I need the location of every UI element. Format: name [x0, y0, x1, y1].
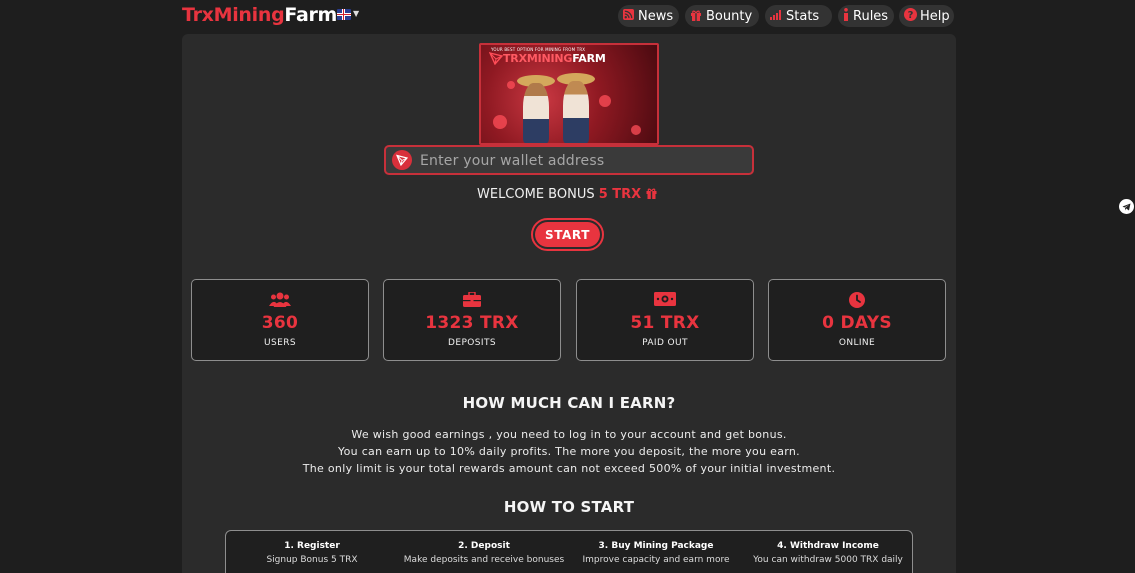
- step-register: 1. Register Signup Bonus 5 TRX: [226, 541, 398, 565]
- step-description: Make deposits and receive bonuses: [403, 555, 565, 565]
- nav-bounty-button[interactable]: Bounty: [685, 5, 759, 27]
- nav-news-button[interactable]: News: [618, 5, 679, 27]
- step-title: 3. Buy Mining Package: [598, 541, 714, 551]
- nav-stats-label: Stats: [786, 8, 820, 24]
- earn-text-line-3: The only limit is your total rewards amo…: [302, 462, 836, 475]
- clock-icon: [769, 292, 945, 308]
- bonus-amount: 5 TRX: [598, 187, 642, 202]
- step-title: 2. Deposit: [458, 541, 510, 551]
- nav-rules-label: Rules: [853, 8, 889, 24]
- tron-icon: [392, 150, 412, 170]
- hero-banner-image: YOUR BEST OPTION FOR MINING FROM TRX TRX…: [479, 43, 659, 145]
- welcome-bonus-text: WELCOME BONUS 5 TRX: [477, 187, 658, 202]
- wallet-address-input[interactable]: [420, 151, 740, 171]
- step-deposit: 2. Deposit Make deposits and receive bon…: [398, 541, 570, 565]
- nav-bounty-label: Bounty: [706, 8, 753, 24]
- banner-title: TRXMININGFARM: [503, 52, 606, 65]
- steps-panel: 1. Register Signup Bonus 5 TRX 2. Deposi…: [225, 530, 913, 573]
- step-buy-mining-package: 3. Buy Mining Package Improve capacity a…: [570, 541, 742, 565]
- question-circle-icon: ?: [904, 8, 917, 24]
- start-button[interactable]: START: [531, 218, 604, 251]
- nav-rules-button[interactable]: Rules: [838, 5, 894, 27]
- stat-card-users: 360 USERS: [191, 279, 369, 361]
- site-logo[interactable]: TrxMiningFarm: [182, 4, 337, 26]
- stat-card-deposits: 1323 TRX DEPOSITS: [383, 279, 561, 361]
- stat-value-online: 0 DAYS: [822, 313, 892, 333]
- stat-card-paid-out: 51 TRX PAID OUT: [576, 279, 754, 361]
- stat-label-online: ONLINE: [838, 338, 876, 348]
- start-button-label: START: [535, 222, 600, 247]
- rss-icon: [623, 9, 634, 23]
- how-to-start-heading: HOW TO START: [503, 498, 635, 516]
- top-navbar: TrxMiningFarm ▼ News Bounty Stats Rules …: [0, 0, 1135, 32]
- step-withdraw-income: 4. Withdraw Income You can withdraw 5000…: [742, 541, 914, 565]
- telegram-icon[interactable]: [1119, 199, 1134, 214]
- earn-text-line-1: We wish good earnings , you need to log …: [351, 428, 787, 441]
- step-description: Signup Bonus 5 TRX: [266, 555, 358, 565]
- nav-help-button[interactable]: ? Help: [899, 5, 954, 27]
- step-title: 1. Register: [284, 541, 340, 551]
- briefcase-icon: [384, 292, 560, 308]
- trx-logo-icon: [489, 52, 503, 65]
- step-description: Improve capacity and earn more: [582, 555, 730, 565]
- money-bill-icon: [577, 292, 753, 308]
- welcome-label: WELCOME BONUS: [477, 187, 599, 202]
- uk-flag-icon[interactable]: [337, 9, 351, 20]
- earn-heading: HOW MUCH CAN I EARN?: [462, 394, 676, 412]
- users-icon: [192, 292, 368, 308]
- gift-icon: [645, 187, 658, 201]
- info-icon: [843, 8, 849, 24]
- signal-bars-icon: [770, 9, 782, 23]
- nav-stats-button[interactable]: Stats: [765, 5, 832, 27]
- stat-label-paid-out: PAID OUT: [642, 338, 688, 348]
- stat-label-users: USERS: [264, 338, 296, 348]
- nav-news-label: News: [638, 8, 674, 24]
- logo-text-part2: Farm: [284, 4, 338, 26]
- gift-icon: [690, 9, 702, 24]
- step-title: 4. Withdraw Income: [777, 541, 879, 551]
- step-description: You can withdraw 5000 TRX daily: [753, 555, 903, 565]
- stat-value-deposits: 1323 TRX: [425, 313, 519, 333]
- logo-text-part1: TrxMining: [182, 4, 285, 26]
- svg-text:?: ?: [908, 10, 914, 21]
- chevron-down-icon[interactable]: ▼: [353, 9, 359, 18]
- stat-value-paid-out: 51 TRX: [630, 313, 700, 333]
- earn-text-line-2: You can earn up to 10% daily profits. Th…: [338, 445, 800, 458]
- stat-label-deposits: DEPOSITS: [448, 338, 496, 348]
- wallet-address-field[interactable]: [384, 145, 754, 175]
- stat-card-online: 0 DAYS ONLINE: [768, 279, 946, 361]
- nav-help-label: Help: [920, 8, 950, 24]
- stat-value-users: 360: [261, 313, 299, 333]
